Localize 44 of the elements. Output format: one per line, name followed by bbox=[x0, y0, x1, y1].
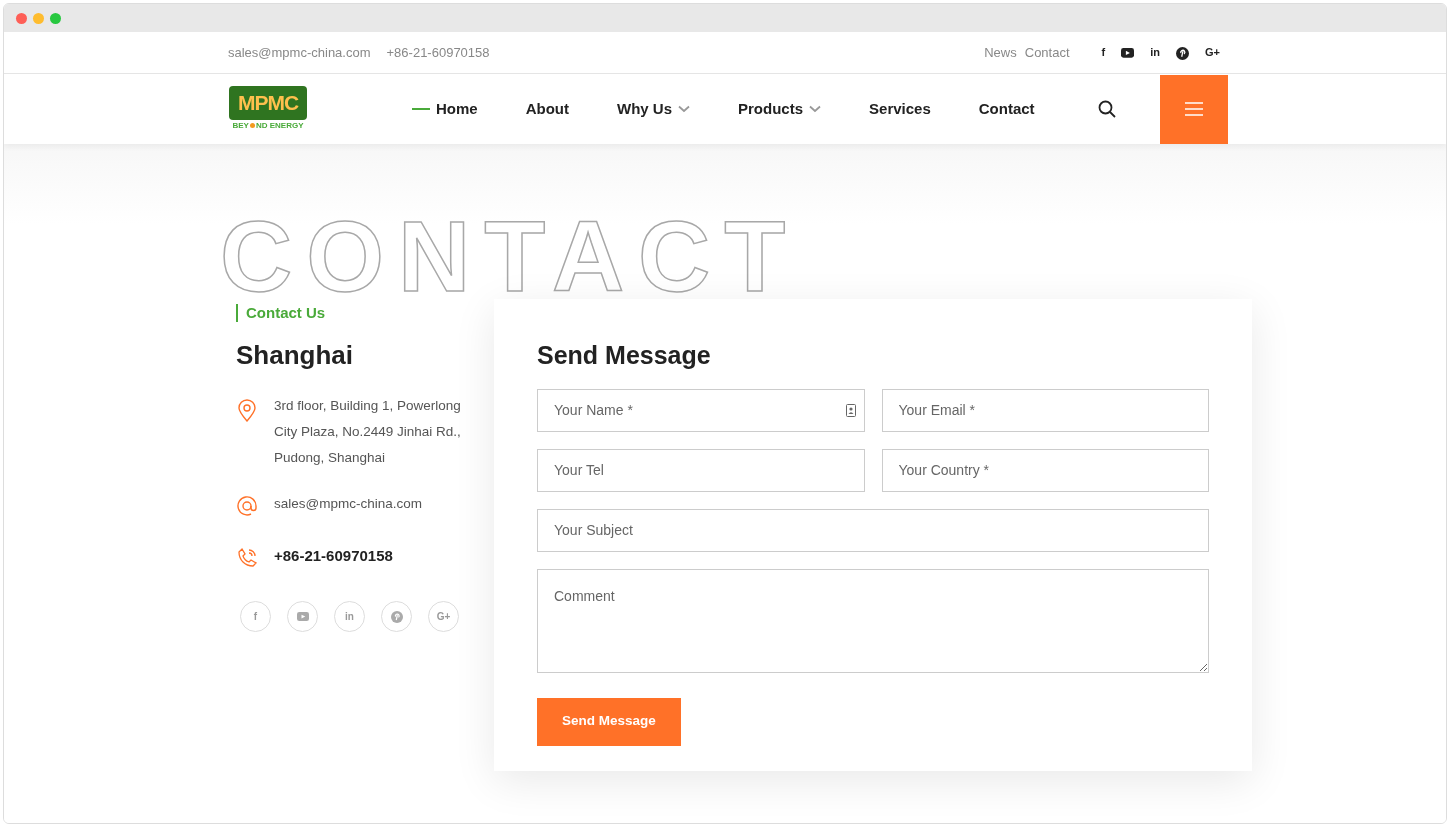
email-link[interactable]: sales@mpmc-china.com bbox=[274, 491, 422, 517]
nav-link[interactable]: Why Us bbox=[617, 97, 691, 121]
input-field[interactable]: Your Tel bbox=[537, 448, 865, 492]
phone-icon bbox=[236, 547, 258, 569]
nav-link[interactable]: Services bbox=[869, 97, 931, 121]
backdrop-heading: CONTACT bbox=[220, 206, 800, 306]
pin-icon bbox=[1176, 46, 1189, 60]
comment-field[interactable]: Comment bbox=[537, 568, 1209, 673]
top-link[interactable]: News bbox=[984, 42, 1017, 63]
top-link[interactable]: Contact bbox=[1024, 42, 1070, 63]
pin-icon bbox=[390, 610, 403, 623]
nav-link[interactable]: Home bbox=[412, 97, 478, 121]
video-play-icon bbox=[296, 612, 309, 621]
section-eyebrow: Contact Us bbox=[236, 304, 486, 322]
close-dot[interactable] bbox=[16, 12, 27, 24]
input-field[interactable]: Your Country * bbox=[881, 448, 1209, 492]
nav-link[interactable]: Products bbox=[738, 97, 822, 121]
form-title: Send Message bbox=[537, 340, 712, 371]
contact-card-icon[interactable] bbox=[845, 403, 856, 417]
nav-link[interactable]: About bbox=[525, 97, 569, 121]
city-heading: Shanghai bbox=[236, 339, 354, 372]
minimize-dot[interactable] bbox=[33, 12, 44, 24]
video-play-icon bbox=[1121, 48, 1135, 59]
at-sign-icon bbox=[236, 495, 258, 517]
logo[interactable]: MPMC BEY ND ENERGY bbox=[228, 86, 308, 132]
input-field[interactable]: Your Name * bbox=[537, 388, 865, 432]
social-link[interactable]: G+ bbox=[1205, 44, 1220, 61]
nav-link[interactable]: Contact bbox=[978, 97, 1035, 121]
maximize-dot[interactable] bbox=[50, 12, 61, 24]
phone-text: +86-21-60970158 bbox=[386, 43, 490, 62]
menu-button[interactable] bbox=[1160, 74, 1228, 144]
logo-mark: MPMC bbox=[229, 86, 307, 120]
email-text: sales@mpmc-china.com bbox=[228, 43, 371, 62]
menu-icon bbox=[1184, 101, 1204, 117]
social-link[interactable]: f bbox=[1101, 44, 1106, 61]
social-link[interactable]: in bbox=[1150, 44, 1160, 61]
input-field[interactable]: Your Email * bbox=[881, 388, 1209, 432]
address-text: 3rd floor, Building 1, Powerlong City Plaza, No.2449 Jinhai Rd., Pudong, Shanghai bbox=[274, 397, 462, 467]
location-pin-icon bbox=[236, 399, 258, 423]
search-icon[interactable] bbox=[1098, 100, 1116, 118]
phone-number: +86-21-60970158 bbox=[274, 546, 393, 566]
logo-tagline: BEY ND ENERGY bbox=[232, 120, 304, 132]
social-link[interactable] bbox=[1176, 44, 1189, 61]
input-field[interactable]: Your Subject bbox=[537, 508, 1209, 552]
